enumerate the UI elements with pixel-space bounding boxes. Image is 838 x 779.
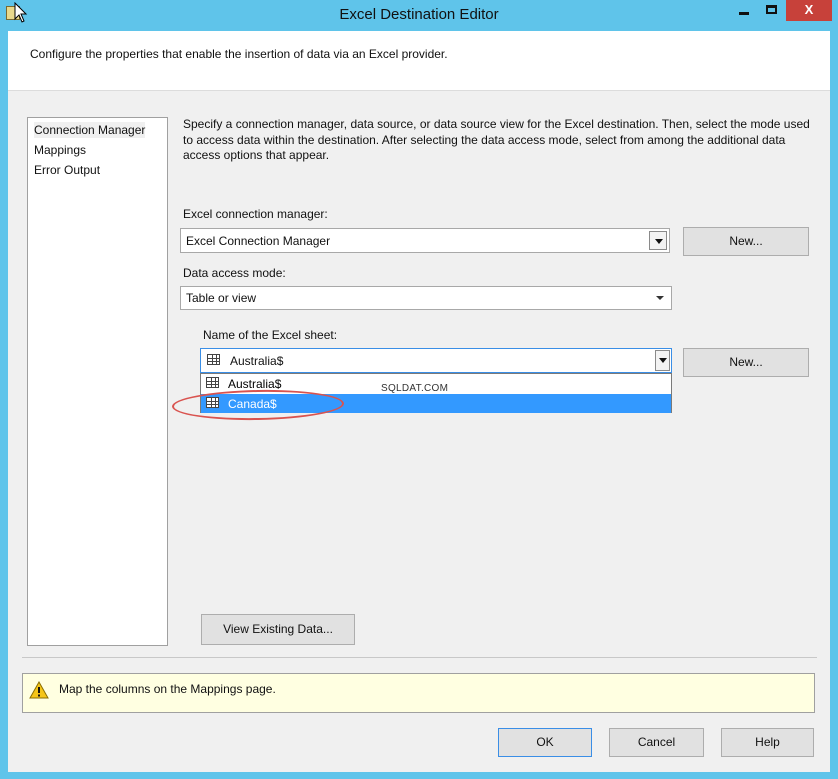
access-mode-label: Data access mode: bbox=[183, 266, 286, 280]
annotation-ellipse bbox=[171, 388, 345, 422]
sheet-combo[interactable]: Australia$ bbox=[200, 348, 672, 373]
page-nav-list[interactable]: Connection Manager Mappings Error Output bbox=[27, 117, 168, 646]
table-icon bbox=[206, 377, 219, 388]
help-button[interactable]: Help bbox=[721, 728, 814, 757]
access-mode-combo[interactable]: Table or view bbox=[180, 286, 672, 310]
window-title: Excel Destination Editor bbox=[339, 6, 499, 23]
watermark-text: SQLDAT.COM bbox=[381, 383, 449, 394]
connection-new-button[interactable]: New... bbox=[683, 227, 809, 256]
dialog-client: Configure the properties that enable the… bbox=[8, 31, 830, 772]
divider bbox=[22, 657, 817, 658]
nav-item-connection-manager[interactable]: Connection Manager bbox=[34, 122, 146, 138]
view-existing-data-button[interactable]: View Existing Data... bbox=[201, 614, 355, 645]
table-icon bbox=[207, 354, 220, 365]
message-bar: Map the columns on the Mappings page. bbox=[22, 673, 815, 713]
chevron-down-icon bbox=[656, 296, 664, 300]
chevron-down-icon bbox=[659, 358, 667, 363]
header-description: Configure the properties that enable the… bbox=[30, 47, 448, 61]
connection-manager-value: Excel Connection Manager bbox=[186, 234, 331, 248]
maximize-icon bbox=[766, 5, 777, 14]
access-mode-dropdown-button[interactable] bbox=[651, 289, 669, 308]
nav-item-mappings[interactable]: Mappings bbox=[34, 142, 86, 158]
dialog-window: Excel Destination Editor X Configure the… bbox=[0, 0, 838, 779]
minimize-button[interactable] bbox=[731, 0, 757, 21]
header-band: Configure the properties that enable the… bbox=[8, 31, 830, 91]
title-bar[interactable]: Excel Destination Editor X bbox=[0, 0, 838, 30]
close-icon: X bbox=[804, 2, 814, 17]
connection-manager-dropdown-button[interactable] bbox=[649, 231, 667, 250]
sheet-value: Australia$ bbox=[230, 354, 284, 368]
cancel-button[interactable]: Cancel bbox=[609, 728, 704, 757]
connection-manager-combo[interactable]: Excel Connection Manager bbox=[180, 228, 670, 253]
maximize-button[interactable] bbox=[758, 0, 785, 21]
sheet-label: Name of the Excel sheet: bbox=[203, 328, 338, 342]
nav-item-error-output[interactable]: Error Output bbox=[34, 162, 100, 178]
sheet-new-button[interactable]: New... bbox=[683, 348, 809, 377]
warning-icon bbox=[29, 681, 49, 699]
page-description: Specify a connection manager, data sourc… bbox=[183, 117, 810, 162]
message-text: Map the columns on the Mappings page. bbox=[59, 682, 276, 696]
close-button[interactable]: X bbox=[786, 0, 832, 21]
connection-manager-label: Excel connection manager: bbox=[183, 207, 328, 221]
chevron-down-icon bbox=[655, 239, 663, 244]
list-item-label: Australia$ bbox=[228, 377, 282, 391]
sheet-dropdown-button[interactable] bbox=[655, 350, 670, 371]
ok-button[interactable]: OK bbox=[498, 728, 592, 757]
access-mode-value: Table or view bbox=[186, 291, 257, 305]
minimize-icon bbox=[739, 12, 749, 15]
